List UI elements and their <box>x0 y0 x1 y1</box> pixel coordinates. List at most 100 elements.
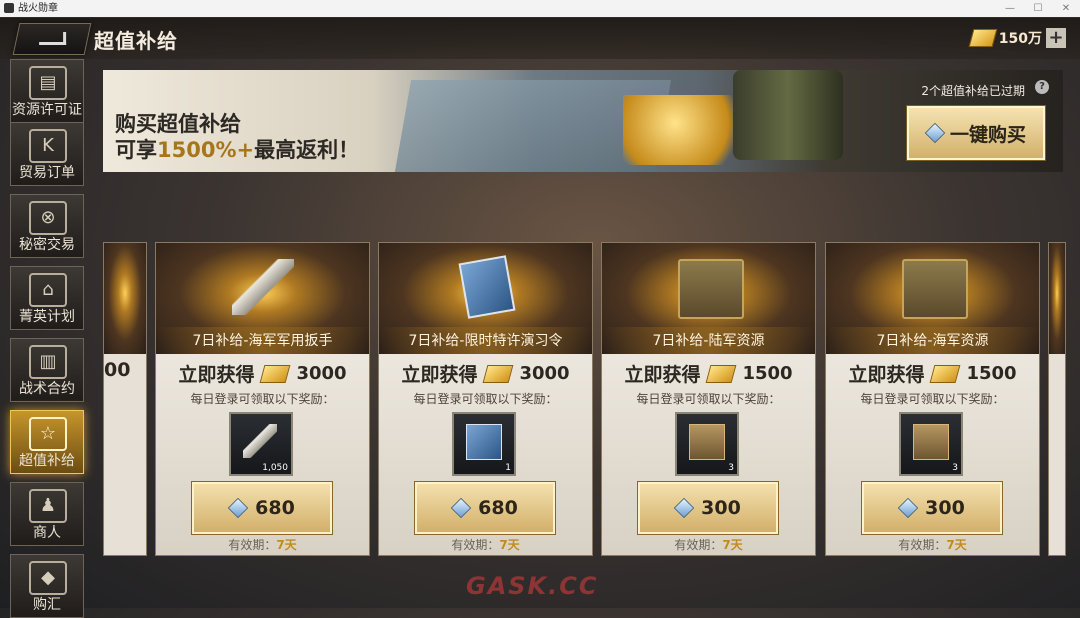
permit-icon: ▤ <box>29 66 67 100</box>
price: 300 <box>701 497 741 519</box>
navy-resource-chest-icon <box>902 259 968 319</box>
sidebar-item-merchant[interactable]: ♟ 商人 <box>10 482 84 546</box>
page-title: 超值补给 <box>94 29 178 53</box>
sidebar-item-label: 购汇 <box>33 597 61 613</box>
sidebar-item-label: 超值补给 <box>19 453 75 469</box>
card-body: 立即获得 1500 每日登录可领取以下奖励： 3 300 有效期：7天 <box>826 354 1039 555</box>
card-title: 7日补给-陆军资源 <box>602 327 815 355</box>
add-gold-button[interactable]: + <box>1046 28 1066 48</box>
sidebar-item-label: 战术合约 <box>19 381 75 397</box>
buy-button[interactable]: 680 <box>192 482 332 534</box>
expired-notice: 2个超值补给已过期 <box>921 84 1025 98</box>
obtain-row: 立即获得 1500 <box>826 360 1039 387</box>
supply-card-army-resource[interactable]: 7日补给-陆军资源 立即获得 1500 每日登录可领取以下奖励： 3 300 有… <box>601 242 816 556</box>
banner-subline-highlight: 1500%+ <box>157 138 255 162</box>
sidebar-item-value-supply[interactable]: ☆ 超值补给 <box>10 410 84 474</box>
reward-item[interactable]: 3 <box>675 412 739 476</box>
buy-button[interactable]: 300 <box>862 482 1002 534</box>
army-resource-chest-icon <box>678 259 744 319</box>
validity: 有效期：7天 <box>826 536 1039 553</box>
obtain-row: 立即获得 1500 <box>602 360 815 387</box>
minimize-button[interactable]: — <box>996 0 1024 17</box>
validity-days: 7天 <box>276 538 297 552</box>
card-top <box>104 243 146 354</box>
validity: 有效期：7天 <box>602 536 815 553</box>
price: 680 <box>255 497 295 519</box>
card-body: 立即获得 3000 每日登录可领取以下奖励： 1 680 有效期：7天 <box>379 354 592 555</box>
app-icon <box>4 3 14 13</box>
buy-all-label: 一键购买 <box>949 123 1026 146</box>
reward-item[interactable]: 3 <box>899 412 963 476</box>
card-body: 立即获得 3000 每日登录可领取以下奖励： 1,050 680 有效期：7天 <box>156 354 369 555</box>
daily-reward-text: 每日登录可领取以下奖励： <box>413 392 558 406</box>
card-title: 7日补给-限时特许演习令 <box>379 327 592 355</box>
validity-days: 7天 <box>722 538 743 552</box>
card-top <box>1049 243 1065 354</box>
sidebar-item-exchange[interactable]: ◆ 购汇 <box>10 554 84 618</box>
card-title: 7日补给-海军资源 <box>826 327 1039 355</box>
reward-quantity: 1 <box>505 463 511 473</box>
elite-plan-icon: ⌂ <box>29 273 67 307</box>
army-resource-chest-icon <box>689 424 725 460</box>
promo-banner: 购买超值补给 可享1500%+最高返利！ 2个超值补给已过期 ? 一键购买 <box>103 70 1063 172</box>
trade-order-icon: K <box>29 129 67 163</box>
watermark: GASK.CC <box>466 572 599 600</box>
daily-reward-text: 每日登录可领取以下奖励： <box>636 392 781 406</box>
validity-days: 7天 <box>499 538 520 552</box>
sidebar-item-resource-permit[interactable]: ▤ 资源许可证 <box>10 59 84 123</box>
sidebar-item-trade-order[interactable]: K 贸易订单 <box>10 122 84 186</box>
sidebar: ▤ 资源许可证 K 贸易订单 ⊗ 秘密交易 ⌂ 菁英计划 ▥ 战术合约 ☆ 超值… <box>0 59 100 618</box>
sidebar-item-label: 菁英计划 <box>19 309 75 325</box>
supply-card-naval-wrench[interactable]: 7日补给-海军军用扳手 立即获得 3000 每日登录可领取以下奖励： 1,050… <box>155 242 370 556</box>
gold-bar-icon <box>260 364 291 383</box>
buy-button[interactable]: 300 <box>638 482 778 534</box>
gem-icon <box>227 497 249 519</box>
buy-button[interactable]: 680 <box>415 482 555 534</box>
obtain-label: 立即获得 <box>401 364 478 386</box>
merchant-icon: ♟ <box>29 489 67 523</box>
tactical-contract-icon: ▥ <box>29 345 67 379</box>
help-icon[interactable]: ? <box>1035 80 1049 94</box>
header-bar: 超值补给 150万 + <box>0 17 1080 59</box>
validity-label: 有效期： <box>228 538 277 552</box>
gem-icon <box>673 497 695 519</box>
obtain-label: 立即获得 <box>624 364 701 386</box>
close-button[interactable]: ✕ <box>1052 0 1080 17</box>
sidebar-item-label: 秘密交易 <box>19 237 75 253</box>
exercise-order-icon <box>458 255 516 319</box>
back-button[interactable] <box>12 23 92 55</box>
reward-item[interactable]: 1,050 <box>229 412 293 476</box>
maximize-button[interactable]: ☐ <box>1024 0 1052 17</box>
supply-card-partial-left[interactable]: 00 <box>103 242 147 556</box>
sidebar-item-tactical-contract[interactable]: ▥ 战术合约 <box>10 338 84 402</box>
supply-card-partial-right[interactable] <box>1048 242 1066 556</box>
window-titlebar: 战火勋章 — ☐ ✕ <box>0 0 1080 18</box>
card-top: 7日补给-海军资源 <box>826 243 1039 355</box>
wrench-icon <box>243 424 277 458</box>
gem-icon <box>924 122 946 144</box>
supply-card-navy-resource[interactable]: 7日补给-海军资源 立即获得 1500 每日登录可领取以下奖励： 3 300 有… <box>825 242 1040 556</box>
partial-amount: 00 <box>104 359 131 381</box>
banner-subline-prefix: 可享 <box>115 138 157 162</box>
card-body: 立即获得 1500 每日登录可领取以下奖励： 3 300 有效期：7天 <box>602 354 815 555</box>
supply-card-exercise-order[interactable]: 7日补给-限时特许演习令 立即获得 3000 每日登录可领取以下奖励： 1 68… <box>378 242 593 556</box>
window-title: 战火勋章 <box>18 3 58 14</box>
card-top: 7日补给-海军军用扳手 <box>156 243 369 355</box>
obtain-gold-amount: 3000 <box>296 363 347 384</box>
sidebar-item-label: 资源许可证 <box>12 102 82 118</box>
reward-item[interactable]: 1 <box>452 412 516 476</box>
sidebar-item-secret-trade[interactable]: ⊗ 秘密交易 <box>10 194 84 258</box>
sidebar-item-elite-plan[interactable]: ⌂ 菁英计划 <box>10 266 84 330</box>
obtain-label: 立即获得 <box>848 364 925 386</box>
reward-quantity: 1,050 <box>262 463 288 473</box>
obtain-gold-amount: 3000 <box>519 363 570 384</box>
sidebar-item-label: 贸易订单 <box>19 165 75 181</box>
card-title: 7日补给-海军军用扳手 <box>156 327 369 355</box>
price: 300 <box>925 497 965 519</box>
ammo-can-illustration <box>733 70 843 160</box>
exercise-order-icon <box>466 424 502 460</box>
price: 680 <box>478 497 518 519</box>
obtain-row: 立即获得 3000 <box>156 360 369 387</box>
exchange-icon: ◆ <box>29 561 67 595</box>
buy-all-button[interactable]: 一键购买 <box>907 106 1045 160</box>
